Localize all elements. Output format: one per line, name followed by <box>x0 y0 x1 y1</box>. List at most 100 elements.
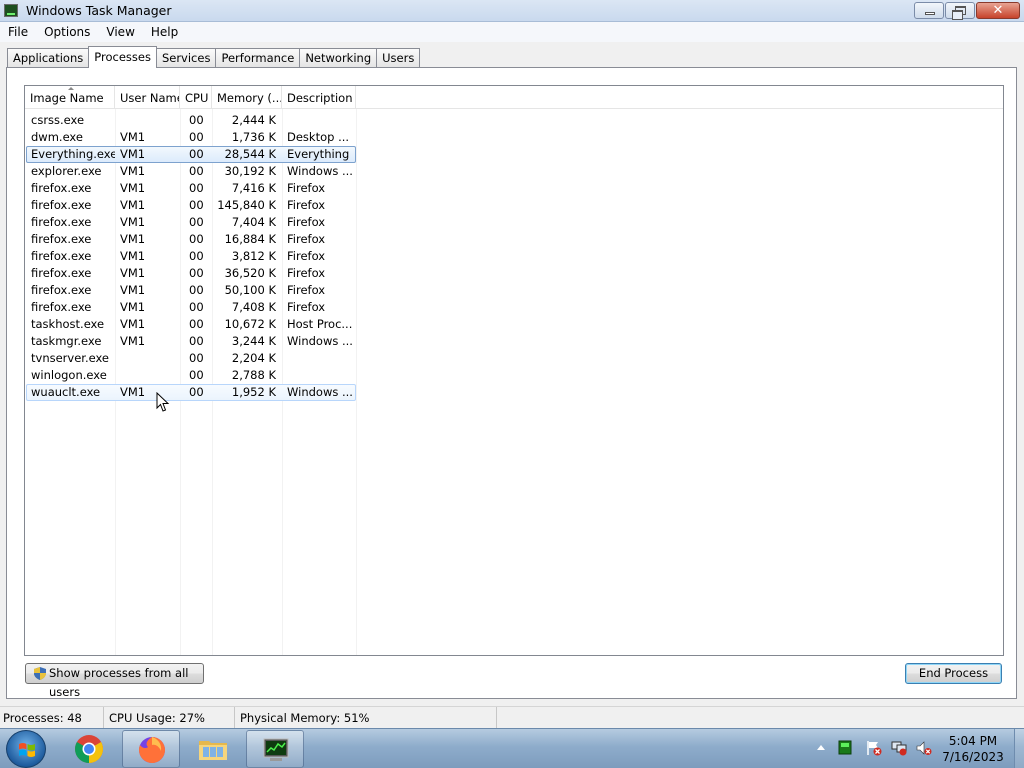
process-memory: 1,952 K <box>231 385 276 399</box>
process-rows: csrss.exe 00 2,444 K dwm.exe VM1 00 1,736 K Des… <box>25 112 1003 401</box>
uac-shield-icon <box>34 667 46 680</box>
taskbar: 5:04 PM 7/16/2023 <box>0 728 1024 768</box>
restore-button[interactable] <box>945 2 975 20</box>
table-row[interactable]: firefox.exe VM1 00 145,840 K Firefox <box>25 197 1003 214</box>
table-row[interactable]: dwm.exe VM1 00 1,736 K Desktop ... <box>25 129 1003 146</box>
process-description: Windows ... <box>287 334 353 348</box>
process-cpu: 00 <box>189 232 204 246</box>
table-row[interactable]: firefox.exe VM1 00 16,884 K Firefox <box>25 231 1003 248</box>
tab-applications[interactable]: Applications <box>7 48 90 68</box>
taskbar-clock[interactable]: 5:04 PM 7/16/2023 <box>935 733 1011 765</box>
taskbar-explorer[interactable] <box>184 730 242 768</box>
windows-start-icon <box>19 743 35 757</box>
task-manager-icon <box>263 738 289 761</box>
menu-help[interactable]: Help <box>143 22 186 42</box>
process-user-name: VM1 <box>120 317 146 331</box>
table-row[interactable]: firefox.exe VM1 00 7,404 K Firefox <box>25 214 1003 231</box>
column-image-name-label: Image Name <box>30 91 104 105</box>
process-image-name: taskhost.exe <box>31 317 105 331</box>
process-image-name: taskmgr.exe <box>31 334 102 348</box>
process-memory: 1,736 K <box>231 130 276 144</box>
start-button[interactable] <box>6 730 46 768</box>
process-description <box>287 367 355 384</box>
table-row[interactable]: taskhost.exe VM1 00 10,672 K Host Proc... <box>25 316 1003 333</box>
sort-ascending-icon <box>68 87 74 90</box>
process-cpu: 00 <box>189 147 204 161</box>
process-user-name: VM1 <box>120 300 146 314</box>
process-user-name: VM1 <box>120 249 146 263</box>
table-row[interactable]: taskmgr.exe VM1 00 3,244 K Windows ... <box>25 333 1003 350</box>
title-bar[interactable]: Windows Task Manager ✕ <box>0 0 1024 22</box>
process-description <box>287 112 355 129</box>
process-description: Firefox <box>287 249 326 263</box>
network-disconnected-icon[interactable] <box>891 740 907 756</box>
column-cpu[interactable]: CPU <box>180 86 212 109</box>
end-process-button[interactable]: End Process <box>905 663 1002 684</box>
table-row[interactable]: csrss.exe 00 2,444 K <box>25 112 1003 129</box>
process-cpu: 00 <box>189 266 204 280</box>
process-user-name: VM1 <box>120 164 146 178</box>
firefox-icon <box>139 737 165 763</box>
process-memory: 145,840 K <box>217 198 276 212</box>
process-cpu: 00 <box>189 215 204 229</box>
process-image-name: firefox.exe <box>31 266 92 280</box>
column-user-name[interactable]: User Name <box>115 86 180 109</box>
table-row[interactable]: winlogon.exe 00 2,788 K <box>25 367 1003 384</box>
process-memory: 7,416 K <box>231 181 276 195</box>
taskbar-task-manager[interactable] <box>246 730 304 768</box>
table-row[interactable]: firefox.exe VM1 00 3,812 K Firefox <box>25 248 1003 265</box>
column-description-label: Description <box>287 91 353 105</box>
table-row[interactable]: firefox.exe VM1 00 7,416 K Firefox <box>25 180 1003 197</box>
folder-icon <box>199 741 227 760</box>
process-cpu: 00 <box>189 385 204 399</box>
processes-panel: Image Name User Name CPU Memory (... Des… <box>6 67 1017 699</box>
table-row[interactable]: tvnserver.exe 00 2,204 K <box>25 350 1003 367</box>
menu-file[interactable]: File <box>0 22 36 42</box>
tab-networking[interactable]: Networking <box>299 48 378 68</box>
action-center-flag-icon[interactable] <box>866 740 882 756</box>
show-desktop-button[interactable] <box>1014 729 1024 768</box>
process-description: Windows ... <box>287 385 353 399</box>
column-description[interactable]: Description <box>282 86 356 109</box>
process-image-name: wuauclt.exe <box>31 385 101 399</box>
process-image-name: firefox.exe <box>31 198 92 212</box>
taskbar-firefox[interactable] <box>122 730 180 768</box>
tab-users[interactable]: Users <box>376 48 421 68</box>
process-cpu: 00 <box>189 249 204 263</box>
tab-strip: Applications Processes Services Performa… <box>7 46 421 68</box>
table-row[interactable]: firefox.exe VM1 00 7,408 K Firefox <box>25 299 1003 316</box>
tab-processes[interactable]: Processes <box>88 46 157 68</box>
process-image-name: explorer.exe <box>31 164 102 178</box>
process-user-name: VM1 <box>120 147 146 161</box>
table-row[interactable]: Everything.exe VM1 00 28,544 K Everything <box>25 146 1003 163</box>
show-hidden-icons-arrow[interactable] <box>817 745 825 750</box>
minimize-button[interactable] <box>914 2 944 19</box>
list-header: Image Name User Name CPU Memory (... Des… <box>25 86 1003 109</box>
process-cpu: 00 <box>189 198 204 212</box>
table-row[interactable]: wuauclt.exe VM1 00 1,952 K Windows ... <box>25 384 1003 401</box>
column-memory[interactable]: Memory (... <box>212 86 282 109</box>
taskbar-chrome[interactable] <box>60 730 118 768</box>
volume-muted-icon[interactable] <box>916 740 932 756</box>
minimize-icon <box>925 12 935 15</box>
tab-performance[interactable]: Performance <box>215 48 301 68</box>
mouse-cursor-icon <box>156 392 170 412</box>
table-row[interactable]: firefox.exe VM1 00 50,100 K Firefox <box>25 282 1003 299</box>
table-row[interactable]: firefox.exe VM1 00 36,520 K Firefox <box>25 265 1003 282</box>
process-image-name: winlogon.exe <box>31 368 107 382</box>
process-cpu: 00 <box>189 283 204 297</box>
network-activity-icon[interactable] <box>837 740 853 756</box>
process-image-name: firefox.exe <box>31 283 92 297</box>
tab-services[interactable]: Services <box>155 48 217 68</box>
process-description: Firefox <box>287 232 326 246</box>
table-row[interactable]: explorer.exe VM1 00 30,192 K Windows ... <box>25 163 1003 180</box>
menu-options[interactable]: Options <box>36 22 98 42</box>
process-memory: 10,672 K <box>224 317 276 331</box>
status-physical-memory: Physical Memory: 51% <box>235 707 497 729</box>
process-list[interactable]: Image Name User Name CPU Memory (... Des… <box>24 85 1004 656</box>
menu-view[interactable]: View <box>98 22 142 42</box>
close-button[interactable]: ✕ <box>976 2 1020 19</box>
process-memory: 50,100 K <box>224 283 276 297</box>
process-cpu: 00 <box>189 351 204 365</box>
show-all-processes-button[interactable]: Show processes from all users <box>25 663 204 699</box>
